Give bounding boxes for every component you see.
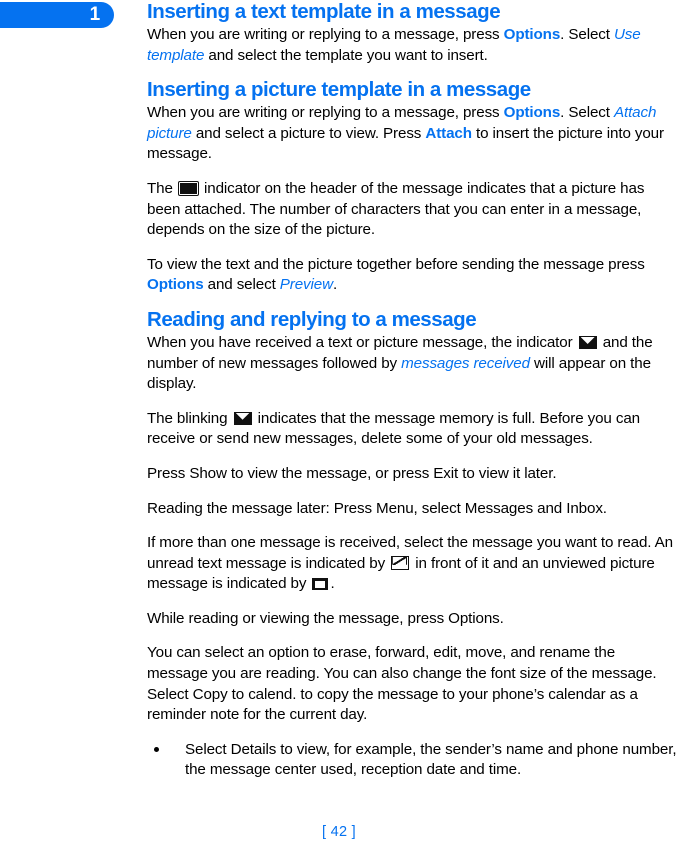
run-text: and select a picture to view. Press — [191, 124, 426, 142]
softkey-attach-label: Attach — [425, 124, 472, 142]
section-heading-reading-replying: Reading and replying to a message — [147, 307, 477, 331]
chapter-tab: 1 — [0, 2, 114, 28]
section-heading-picture-template: Inserting a picture template in a messag… — [147, 78, 531, 102]
paragraph-press-options: While reading or viewing the message, pr… — [147, 609, 504, 627]
list-item-label: Select Details to view, for example, the… — [185, 740, 677, 779]
run-text: and select — [203, 276, 280, 294]
paragraph-received-indicator: When you have received a text or picture… — [147, 333, 678, 395]
softkey-options-label: Options — [147, 276, 204, 294]
memory-full-envelope-icon — [233, 411, 252, 425]
paragraph-read-later: Reading the message later: Press Menu, s… — [147, 499, 607, 517]
run-text: . — [332, 276, 338, 294]
run-text: . Select — [560, 104, 614, 122]
chapter-tab-number: 1 — [89, 4, 101, 25]
details-bullet-list: Select Details to view, for example, the… — [147, 740, 678, 781]
softkey-options-label: Options — [503, 26, 561, 43]
run-text: The — [147, 179, 177, 197]
section-heading-text-template: Inserting a text template in a message — [147, 0, 501, 23]
unread-text-envelope-icon — [391, 555, 410, 570]
picture-attached-icon — [177, 180, 199, 196]
bullet-dot-icon — [154, 746, 159, 752]
run-text: . Select — [560, 26, 614, 43]
paragraph-show-exit: Press Show to view the message, or press… — [147, 464, 557, 482]
paragraph-memory-full: The blinking indicates that the message … — [147, 409, 678, 450]
page-content: Inserting a text template in a message W… — [147, 0, 678, 781]
run-text: indicator on the header of the message i… — [147, 179, 645, 239]
paragraph-preview: To view the text and the picture togethe… — [147, 255, 678, 296]
run-text: . — [330, 575, 335, 593]
new-message-envelope-icon — [578, 335, 597, 349]
menu-item-preview: Preview — [279, 276, 333, 294]
status-text-messages-received: messages received — [401, 354, 530, 372]
paragraph-picture-template-intro: When you are writing or replying to a me… — [147, 103, 678, 165]
run-text: When you have received a text or picture… — [147, 333, 577, 351]
list-item: Select Details to view, for example, the… — [147, 740, 678, 781]
run-text: The blinking — [147, 409, 232, 427]
run-text: When you are writing or replying to a me… — [147, 104, 504, 122]
paragraph-picture-indicator: The indicator on the header of the messa… — [147, 179, 678, 241]
softkey-options-label: Options — [503, 104, 561, 122]
run-text: To view the text and the picture togethe… — [147, 255, 645, 273]
paragraph-options-list: You can select an option to erase, forwa… — [147, 644, 657, 724]
run-text: When you are writing or replying to a me… — [147, 26, 504, 43]
paragraph-text-template-intro: When you are writing or replying to a me… — [147, 25, 678, 66]
paragraph-multiple-messages: If more than one message is received, se… — [147, 533, 678, 595]
page-number-footer: [ 42 ] — [321, 824, 357, 840]
run-text: and select the template you want to inse… — [204, 46, 488, 64]
unviewed-picture-icon — [312, 578, 329, 591]
